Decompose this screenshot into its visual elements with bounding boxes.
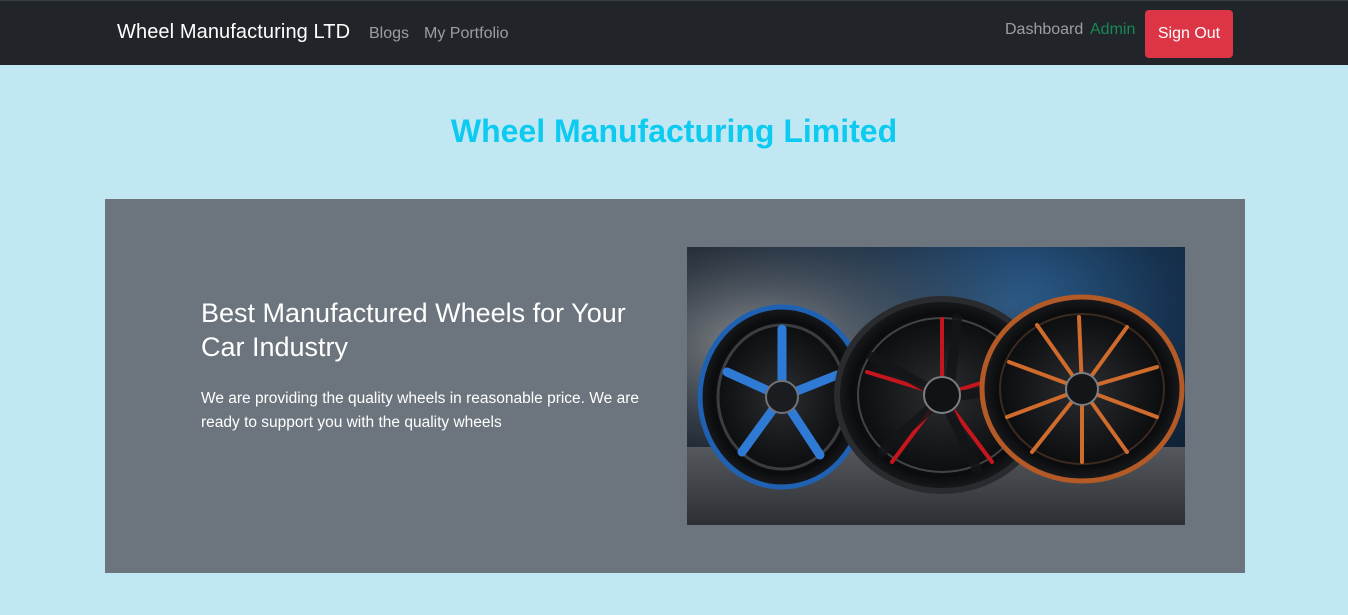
hero-title: Best Manufactured Wheels for Your Car In… [201, 298, 626, 362]
copper-wheel [979, 294, 1185, 484]
wheels-image [687, 247, 1185, 525]
page-title: Wheel Manufacturing Limited [450, 113, 898, 149]
user-role-label: Admin [1090, 21, 1136, 38]
nav-link-blogs[interactable]: Blogs [369, 25, 409, 43]
brand-link[interactable]: Wheel Manufacturing LTD [117, 21, 350, 44]
sign-out-button[interactable]: Sign Out [1145, 10, 1233, 58]
nav-link-my-portfolio[interactable]: My Portfolio [424, 25, 508, 43]
nav-link-dashboard[interactable]: Dashboard [1005, 21, 1083, 39]
navbar: Wheel Manufacturing LTD Blogs My Portfol… [0, 0, 1348, 65]
hero-section: Best Manufactured Wheels for Your Car In… [105, 199, 1245, 573]
wheels-illustration [687, 247, 1185, 525]
hero-description: We are providing the quality wheels in r… [201, 390, 639, 431]
